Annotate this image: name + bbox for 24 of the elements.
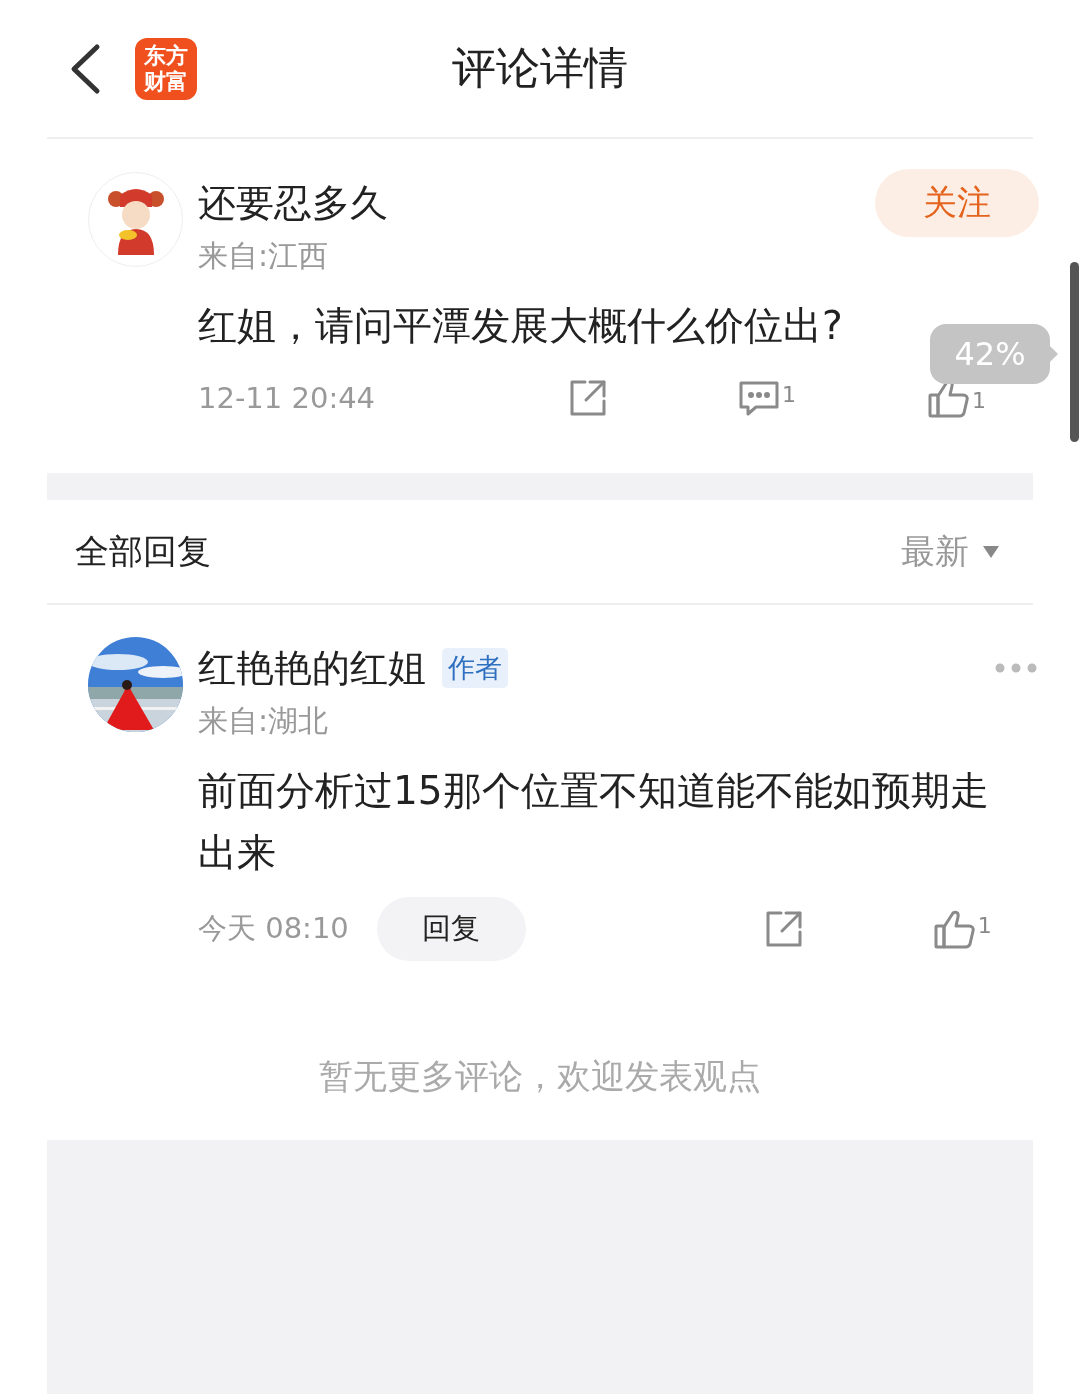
thumbs-up-icon[interactable] xyxy=(933,909,976,949)
author-badge: 作者 xyxy=(442,648,508,688)
section-title: 全部回复 xyxy=(75,529,211,573)
reply-count: 1 xyxy=(782,382,796,407)
reply-text: 前面分析过15那个位置不知道能不能如预期走出来 xyxy=(198,767,990,877)
username[interactable]: 红艳艳的红姐 xyxy=(198,642,426,694)
timestamp: 今天 08:10 xyxy=(198,910,349,947)
location-text: 来自:江西 xyxy=(198,237,330,275)
share-icon[interactable] xyxy=(568,378,608,418)
timestamp: 12-11 20:44 xyxy=(198,381,377,415)
like-count: 1 xyxy=(977,913,992,938)
app-logo: 东方财富 xyxy=(135,37,197,100)
empty-message: 暂无更多评论，欢迎发表观点 xyxy=(319,1056,761,1096)
more-icon[interactable] xyxy=(995,663,1037,673)
back-icon[interactable] xyxy=(69,42,101,95)
like-count: 1 xyxy=(972,388,986,413)
scrollbar[interactable] xyxy=(1070,262,1079,442)
comment-text: 红姐，请问平潭发展大概什么价位出? xyxy=(198,302,843,350)
page-title: 评论详情 xyxy=(452,42,628,93)
location-text: 来自:湖北 xyxy=(198,702,330,740)
caret-icon xyxy=(983,545,999,558)
scroll-percentage-tooltip: 42% xyxy=(930,324,1058,384)
username[interactable]: 还要忍多久 xyxy=(198,177,388,229)
reply-button[interactable]: 回复 xyxy=(376,897,526,961)
